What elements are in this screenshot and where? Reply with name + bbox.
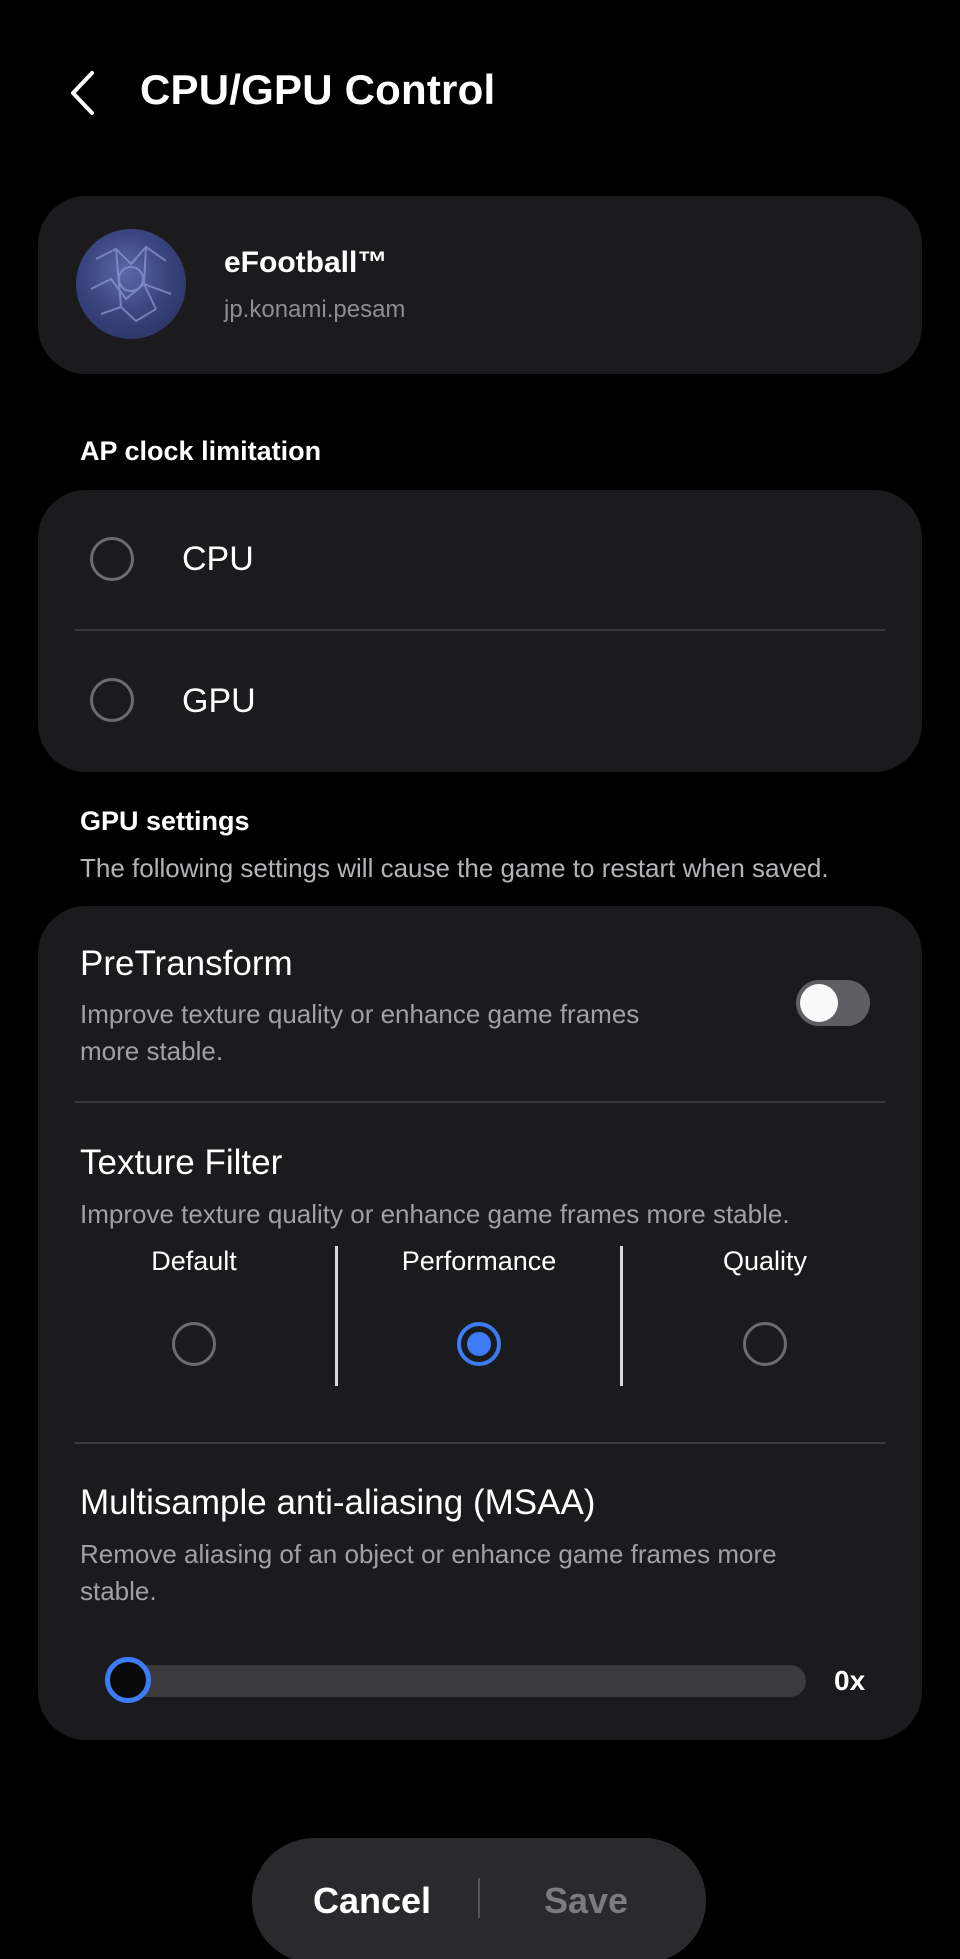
texture-filter-description: Improve texture quality or enhance game … [80, 1199, 790, 1229]
app-package-name: jp.konami.pesam [224, 296, 406, 323]
msaa-description-line-2: stable. [80, 1576, 157, 1606]
msaa-slider-thumb[interactable] [105, 1657, 151, 1703]
gpu-label: GPU [182, 682, 256, 720]
page-title: CPU/GPU Control [140, 66, 496, 113]
bottom-action-bar: Cancel Save [252, 1838, 706, 1959]
cpu-gpu-control-screen: CPU/GPU Control eFootball™ jp.konami.pes… [0, 0, 960, 1959]
texture-filter-performance-radio[interactable] [457, 1322, 501, 1366]
gpu-settings-description: The following settings will cause the ga… [80, 853, 829, 883]
texture-filter-performance-label: Performance [401, 1246, 557, 1276]
app-name: eFootball™ [224, 246, 388, 279]
texture-filter-quality-radio[interactable] [743, 1322, 787, 1366]
gpu-settings-section-title: GPU settings [80, 806, 250, 836]
ap-clock-section-title: AP clock limitation [80, 436, 322, 466]
vertical-separator [620, 1246, 623, 1386]
chevron-left-icon [71, 71, 94, 115]
msaa-value-label: 0x [834, 1665, 866, 1696]
pretransform-toggle[interactable] [796, 980, 870, 1026]
toggle-knob [800, 984, 838, 1022]
cpu-radio-button[interactable] [90, 537, 134, 581]
pretransform-title: PreTransform [80, 944, 293, 983]
gpu-settings-card: PreTransform Improve texture quality or … [38, 906, 922, 1740]
pretransform-description-line-2: more stable. [80, 1036, 224, 1066]
app-info-card: eFootball™ jp.konami.pesam [38, 196, 922, 374]
button-separator [478, 1878, 480, 1918]
msaa-slider-track[interactable] [106, 1665, 806, 1697]
divider [75, 629, 885, 631]
ap-option-gpu[interactable]: GPU [38, 632, 922, 772]
back-button[interactable] [58, 68, 108, 118]
pretransform-description-line-1: Improve texture quality or enhance game … [80, 999, 640, 1029]
gpu-radio-button[interactable] [90, 678, 134, 722]
texture-filter-option-quality[interactable]: Quality [635, 1246, 895, 1386]
msaa-description-line-1: Remove aliasing of an object or enhance … [80, 1539, 777, 1569]
texture-filter-default-radio[interactable] [172, 1322, 216, 1366]
ap-option-cpu[interactable]: CPU [38, 490, 922, 630]
save-button[interactable]: Save [486, 1838, 686, 1959]
divider [75, 1442, 885, 1444]
texture-filter-quality-label: Quality [722, 1246, 808, 1276]
texture-filter-option-default[interactable]: Default [64, 1246, 324, 1386]
texture-filter-default-label: Default [151, 1246, 237, 1276]
divider [75, 1101, 885, 1103]
ap-clock-card: CPU GPU [38, 490, 922, 772]
cpu-label: CPU [182, 540, 254, 578]
vertical-separator [335, 1246, 338, 1386]
texture-filter-option-performance[interactable]: Performance [349, 1246, 609, 1386]
msaa-title: Multisample anti-aliasing (MSAA) [80, 1483, 596, 1522]
texture-filter-title: Texture Filter [80, 1143, 283, 1182]
cancel-button[interactable]: Cancel [272, 1838, 472, 1959]
app-icon [76, 229, 186, 339]
